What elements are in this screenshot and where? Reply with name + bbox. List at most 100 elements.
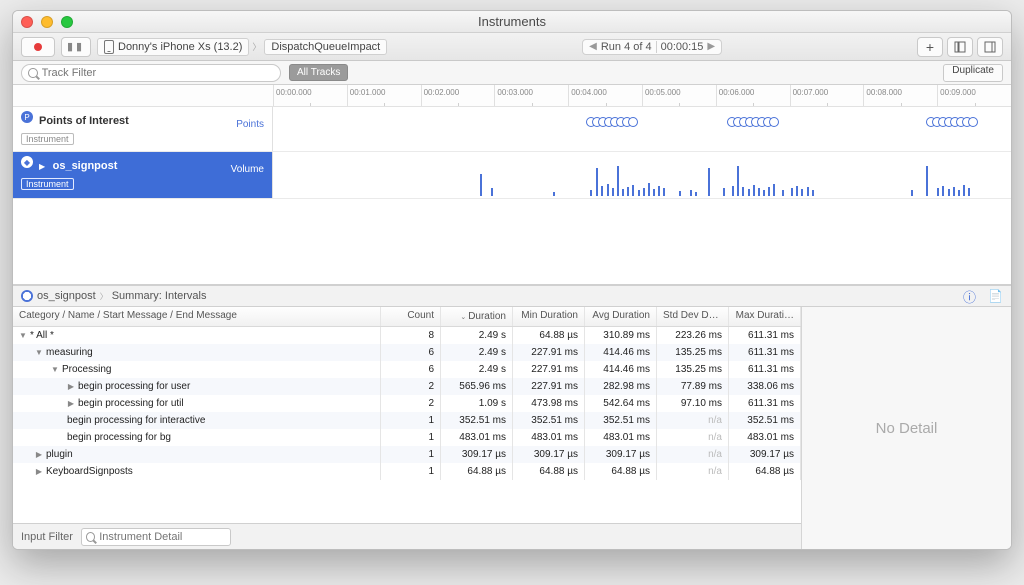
table-row[interactable]: ▶KeyboardSignposts164.88 µs64.88 µs64.88… (13, 463, 801, 480)
cell-max: 611.31 ms (729, 395, 801, 412)
sidebar-toggle-button[interactable] (977, 37, 1003, 57)
process-name: DispatchQueueImpact (271, 41, 380, 53)
signpost-canvas[interactable] (273, 152, 1011, 198)
signpost-bar (768, 187, 770, 196)
cell-min: 227.91 ms (513, 361, 585, 378)
disclosure-triangle-icon[interactable]: ▶ (35, 450, 43, 459)
table-row[interactable]: begin processing for interactive1352.51 … (13, 412, 801, 429)
cell-dur: 483.01 ms (441, 429, 513, 446)
device-selector[interactable]: Donny's iPhone Xs (13.2) (97, 38, 249, 56)
cell-avg: 414.46 ms (585, 361, 657, 378)
table-row[interactable]: begin processing for bg1483.01 ms483.01 … (13, 429, 801, 446)
bottom-bar: Input Filter (13, 523, 801, 549)
cell-count: 6 (381, 361, 441, 378)
table-row[interactable]: ▶begin processing for util21.09 s473.98 … (13, 395, 801, 412)
col-min[interactable]: Min Duration (513, 307, 585, 326)
toolbar: ▮▮ Donny's iPhone Xs (13.2) 〉 DispatchQu… (13, 33, 1011, 61)
process-selector[interactable]: DispatchQueueImpact (264, 39, 387, 55)
col-count[interactable]: Count (381, 307, 441, 326)
chevron-right-icon: 〉 (100, 291, 108, 302)
crumb-b[interactable]: Summary: Intervals (112, 290, 207, 302)
col-max[interactable]: Max Durati… (729, 307, 801, 326)
cell-avg: 542.64 ms (585, 395, 657, 412)
track-title: os_signpost (53, 160, 118, 172)
add-button[interactable]: + (917, 37, 943, 57)
col-avg[interactable]: Avg Duration (585, 307, 657, 326)
signpost-bar (708, 168, 710, 196)
track-filter-field[interactable] (42, 67, 274, 79)
cell-max: 483.01 ms (729, 429, 801, 446)
signpost-bar (963, 185, 965, 196)
crumb-a[interactable]: os_signpost (37, 290, 96, 302)
col-std[interactable]: Std Dev Du… (657, 307, 729, 326)
cell-dur: 1.09 s (441, 395, 513, 412)
cell-min: 64.88 µs (513, 463, 585, 480)
track-poi[interactable]: P Points of Interest Points Instrument (13, 107, 1011, 152)
table-row[interactable]: ▼* All *82.49 s64.88 µs310.89 ms223.26 m… (13, 327, 801, 344)
intervals-table: Category / Name / Start Message / End Me… (13, 307, 801, 549)
signpost-bar (911, 190, 913, 196)
detail-filter-field[interactable] (99, 531, 226, 543)
cell-count: 1 (381, 446, 441, 463)
document-icon[interactable]: 📄 (988, 289, 1003, 303)
ruler-tick: 00:05.000 (642, 85, 716, 106)
record-button[interactable] (21, 37, 55, 57)
instrument-badge: Instrument (21, 133, 74, 145)
run-navigator: ◀ Run 4 of 4 00:00:15 ▶ (582, 39, 722, 55)
signpost-bar (663, 188, 665, 196)
window-title: Instruments (13, 14, 1011, 29)
disclosure-triangle-icon[interactable]: ▼ (19, 331, 27, 340)
disclosure-triangle-icon[interactable]: ▼ (51, 365, 59, 374)
table-row[interactable]: ▶plugin1309.17 µs309.17 µs309.17 µsn/a30… (13, 446, 801, 463)
col-name[interactable]: Category / Name / Start Message / End Me… (13, 307, 381, 326)
table-row[interactable]: ▼measuring62.49 s227.91 ms414.46 ms135.2… (13, 344, 801, 361)
cell-min: 227.91 ms (513, 378, 585, 395)
signpost-bar (796, 186, 798, 196)
signpost-bar (491, 188, 493, 196)
poi-canvas[interactable] (273, 107, 1011, 143)
cell-std: n/a (657, 463, 729, 480)
info-icon[interactable]: ⓘ (963, 287, 976, 306)
table-body[interactable]: ▼* All *82.49 s64.88 µs310.89 ms223.26 m… (13, 327, 801, 523)
signpost-bar (958, 190, 960, 196)
disclosure-triangle-icon[interactable]: ▶ (67, 399, 75, 408)
device-name: Donny's iPhone Xs (13.2) (118, 41, 242, 53)
track-os-signpost[interactable]: ◆ ▶ os_signpost Volume Instrument (13, 152, 1011, 199)
signpost-bar (782, 190, 784, 196)
cell-count: 2 (381, 378, 441, 395)
filter-bar: All Tracks Duplicate (13, 61, 1011, 85)
disclosure-triangle-icon[interactable]: ▶ (35, 467, 43, 476)
signpost-bar (937, 188, 939, 196)
run-next-button[interactable]: ▶ (707, 41, 715, 52)
detail-filter-input[interactable] (81, 528, 231, 546)
cell-max: 309.17 µs (729, 446, 801, 463)
signpost-bar (758, 188, 760, 196)
ruler-tick: 00:07.000 (790, 85, 864, 106)
strategy-view-button[interactable] (947, 37, 973, 57)
pause-button[interactable]: ▮▮ (61, 37, 91, 57)
table-row[interactable]: ▶begin processing for user2565.96 ms227.… (13, 378, 801, 395)
table-row[interactable]: ▼Processing62.49 s227.91 ms414.46 ms135.… (13, 361, 801, 378)
track-title: Points of Interest (39, 115, 129, 127)
poi-cluster (590, 117, 638, 127)
cell-count: 6 (381, 344, 441, 361)
time-ruler[interactable]: 00:00.00000:01.00000:02.00000:03.00000:0… (13, 85, 1011, 107)
row-name: KeyboardSignposts (46, 466, 133, 477)
signpost-bar (612, 188, 614, 196)
cell-max: 64.88 µs (729, 463, 801, 480)
disclosure-triangle-icon[interactable]: ▶ (67, 382, 75, 391)
signpost-bar (648, 183, 650, 196)
breadcrumb: Donny's iPhone Xs (13.2) 〉 DispatchQueue… (97, 38, 387, 56)
run-prev-button[interactable]: ◀ (589, 41, 597, 52)
col-duration[interactable]: ⌄Duration (441, 307, 513, 326)
cell-std: 223.26 ms (657, 327, 729, 344)
signpost-bar (723, 188, 725, 196)
cell-count: 2 (381, 395, 441, 412)
cell-dur: 2.49 s (441, 327, 513, 344)
track-filter-input[interactable] (21, 64, 281, 82)
cell-dur: 352.51 ms (441, 412, 513, 429)
all-tracks-button[interactable]: All Tracks (289, 64, 348, 81)
disclosure-triangle-icon[interactable]: ▶ (39, 162, 45, 171)
duplicate-button[interactable]: Duplicate (943, 64, 1003, 82)
disclosure-triangle-icon[interactable]: ▼ (35, 348, 43, 357)
